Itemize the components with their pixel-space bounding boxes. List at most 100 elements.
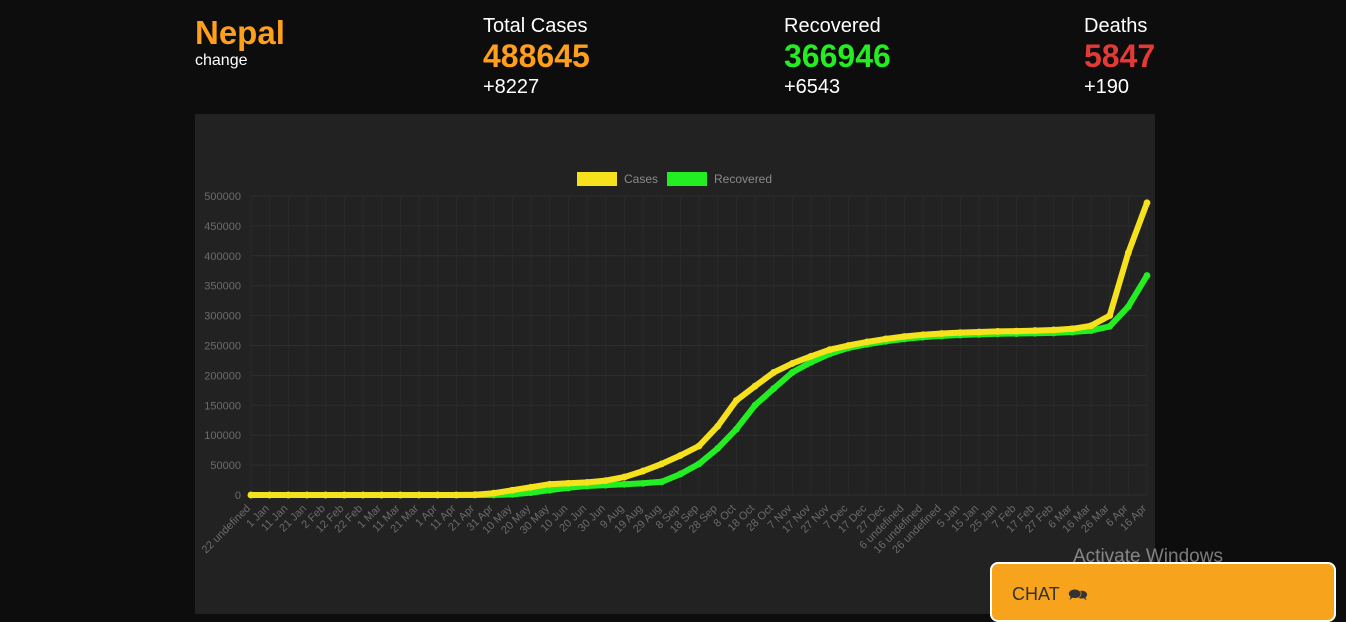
deaths-label: Deaths [1084, 15, 1148, 37]
cases-point [340, 491, 348, 499]
cases-point [695, 442, 703, 450]
change-country-link[interactable]: change [195, 52, 285, 70]
legend-label-recovered: Recovered [714, 172, 772, 186]
recovered-point [751, 401, 759, 409]
total-cases-label: Total Cases [483, 15, 588, 37]
recovered-point [714, 444, 722, 452]
cases-point [602, 477, 610, 485]
cases-point [732, 397, 740, 404]
y-tick-label: 200000 [204, 370, 241, 382]
recovered-point [676, 470, 684, 478]
cases-recovered-line-chart: 5000004500004000003500003000002500002000… [200, 172, 1151, 556]
chat-label: CHAT [1012, 584, 1060, 604]
recovered-point [639, 479, 647, 487]
cases-point [826, 346, 834, 354]
cases-point [639, 467, 647, 475]
recovered-point [1124, 303, 1132, 311]
y-tick-label: 150000 [204, 400, 241, 412]
cases-point [266, 491, 274, 499]
cases-point [1012, 327, 1020, 335]
cases-point [994, 328, 1002, 335]
recovered-point [546, 486, 554, 494]
recovered-point [770, 385, 778, 392]
cases-point [490, 489, 498, 497]
y-tick-label: 300000 [204, 311, 241, 323]
cases-point [434, 491, 442, 499]
cases-point [900, 333, 908, 340]
recovered-stat: Recovered 366946 +6543 [784, 14, 891, 100]
recovered-point [1143, 272, 1151, 279]
cases-point [396, 491, 404, 499]
legend-swatch-recovered [667, 172, 707, 186]
cases-point [863, 338, 871, 346]
cases-point [770, 369, 778, 376]
country-name: Nepal [195, 14, 285, 51]
recovered-point [1106, 322, 1114, 330]
cases-point [452, 491, 460, 499]
chart-panel: 500000 450000 400000 350000 300000 250000 2000… [195, 114, 1155, 614]
cases-point [508, 486, 516, 494]
chat-bubbles-icon: 🗪 [1068, 587, 1088, 604]
recovered-label: Recovered [784, 15, 881, 37]
cases-point [676, 452, 684, 459]
y-tick-label: 50000 [210, 460, 241, 472]
deaths-delta: +190 [1084, 76, 1130, 98]
cases-point [919, 331, 927, 339]
cases-point [1050, 326, 1058, 334]
recovered-point [620, 480, 628, 488]
stats-header: Nepal change Total Cases 488645 +8227 Re… [0, 0, 1346, 110]
cases-point [882, 335, 890, 343]
cases-point [938, 330, 946, 337]
cases-point [956, 329, 964, 337]
deaths-stat: Deaths 5847 +190 [1084, 14, 1155, 100]
cases-point [471, 491, 479, 499]
cases-point [1143, 199, 1151, 207]
cases-point [807, 352, 815, 360]
cases-point [658, 460, 666, 468]
cases-point [378, 491, 386, 499]
cases-point [1106, 312, 1114, 319]
cases-point [359, 491, 367, 499]
legend-swatch-cases [577, 172, 617, 186]
recovered-point [658, 478, 666, 486]
cases-point [546, 480, 554, 488]
cases-point [788, 360, 796, 367]
recovered-value: 366946 [784, 38, 891, 74]
chat-button[interactable]: CHAT 🗪 [990, 562, 1336, 622]
deaths-value: 5847 [1084, 38, 1156, 74]
cases-point [303, 491, 311, 499]
country-block: Nepal change [195, 14, 285, 70]
cases-point [564, 479, 572, 487]
cases-point [1124, 249, 1132, 257]
y-tick-label: 500000 [204, 191, 241, 203]
x-tick-label: 22 undefined [200, 503, 253, 556]
cases-point [322, 491, 330, 499]
legend-label-cases: Cases [624, 172, 658, 186]
cases-point [1087, 322, 1095, 330]
cases-point [415, 491, 423, 499]
y-tick-label: 350000 [204, 281, 241, 293]
y-tick-label: 100000 [204, 430, 241, 442]
cases-point [527, 483, 535, 491]
recovered-delta: +6543 [784, 76, 841, 98]
cases-point [247, 491, 255, 499]
cases-point [844, 342, 852, 349]
recovered-point [788, 369, 796, 376]
y-tick-label: 400000 [204, 251, 241, 263]
recovered-point [732, 425, 740, 433]
y-tick-label: 250000 [204, 341, 241, 353]
cases-point [1031, 327, 1039, 334]
cases-point [975, 328, 983, 336]
y-tick-label: 450000 [204, 221, 241, 233]
cases-point [284, 491, 292, 499]
recovered-point [695, 460, 703, 468]
cases-point [583, 479, 591, 486]
total-cases-value: 488645 [483, 38, 590, 74]
total-cases-stat: Total Cases 488645 +8227 [483, 14, 590, 100]
cases-point [714, 422, 722, 430]
cases-point [751, 382, 759, 390]
cases-point [1068, 325, 1076, 333]
total-cases-delta: +8227 [483, 76, 540, 98]
y-tick-label: 0 [235, 490, 241, 502]
cases-point [620, 473, 628, 481]
